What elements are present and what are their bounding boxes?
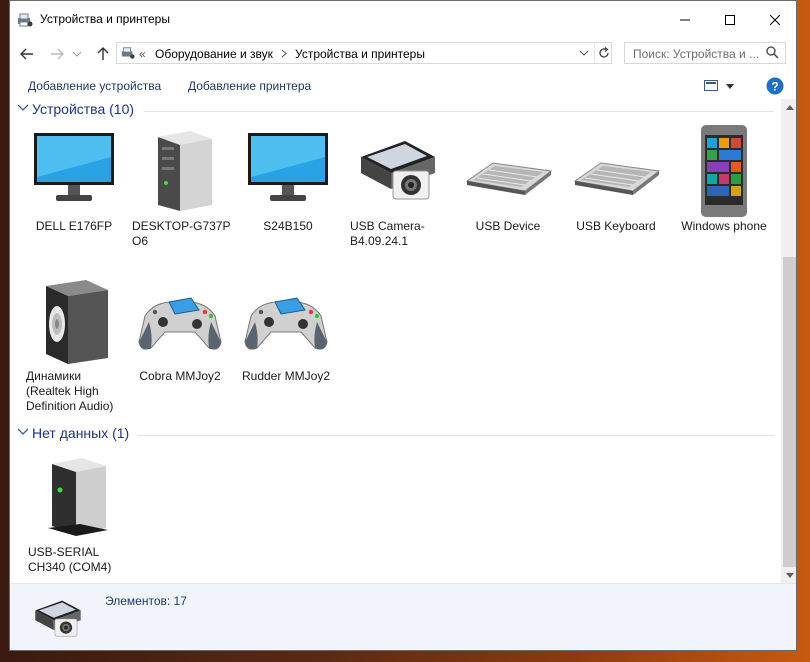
refresh-button[interactable] [594,43,613,63]
search-input[interactable]: Поиск: Устройства и ... [624,42,786,64]
computer-tower-icon [158,131,212,211]
item-count: Элементов: 17 [105,594,187,608]
explorer-window: Устройства и принтеры « Оборудование и з… [9,0,797,651]
breadcrumb-overflow[interactable]: « [139,47,146,61]
gamepad-icon [244,297,328,350]
group-title: Устройства (10) [32,101,135,117]
group-divider [144,111,774,112]
vertical-scrollbar[interactable] [781,99,796,583]
group-devices-header[interactable]: Устройства (10) [14,101,774,121]
group-divider [138,435,774,436]
speaker-icon [46,280,108,364]
group-title: Нет данных (1) [32,425,130,441]
phone-icon [701,125,747,217]
device-label: S24B150 [263,219,313,233]
device-label: DESKTOP-G737P O6 [132,219,231,248]
search-placeholder: Поиск: Устройства и ... [633,47,760,61]
chevron-down-icon [73,51,81,57]
monitor-icon [34,133,114,201]
camera-scanner-icon [35,600,81,637]
view-options-button[interactable] [704,79,736,93]
device-label: Cobra MMJoy2 [139,369,221,383]
device-label: USB Keyboard [576,219,656,233]
device-label: Динамики (Realtek High Definition Audio) [26,369,114,413]
search-icon[interactable] [766,46,779,59]
add-printer-button[interactable]: Добавление принтера [188,79,311,93]
maximize-button[interactable] [707,1,753,39]
arrow-left-icon [20,48,33,60]
breadcrumb-devices-printers[interactable]: Устройства и принтеры [295,47,425,61]
chevron-down-icon [18,104,28,111]
scrollbar-thumb[interactable] [783,257,796,567]
group-no-data-header[interactable]: Нет данных (1) [14,425,774,445]
details-pane: Элементов: 17 [10,583,796,650]
maximize-icon [725,15,735,25]
navigation-bar: « Оборудование и звук Устройства и принт… [10,39,796,69]
view-details-icon [704,80,718,91]
device-list: Устройства (10) DELL E176FP DESKTOP-G737… [10,99,780,583]
recent-locations-button[interactable] [70,43,84,65]
arrow-up-icon [97,47,109,60]
arrow-right-icon [51,48,64,60]
chevron-right-icon[interactable] [281,49,287,58]
monitor-icon [248,133,328,201]
scroll-down-button[interactable] [781,567,796,583]
device-label: USB Device [475,219,541,233]
devices-printers-icon [18,13,33,27]
chevron-down-icon [18,428,28,435]
device-label: USB Camera-B4.09.24.1 [350,219,425,248]
breadcrumb-hardware-sound[interactable]: Оборудование и звук [155,47,273,61]
up-button[interactable] [92,43,114,65]
command-bar: Добавление устройства Добавление принтер… [10,73,796,99]
chevron-down-icon [580,50,588,56]
add-device-button[interactable]: Добавление устройства [28,79,161,93]
devices-printers-icon [121,47,135,59]
svg-text:?: ? [771,80,778,94]
title-bar[interactable]: Устройства и принтеры [10,1,796,39]
back-button[interactable] [16,43,38,65]
gamepad-icon [138,297,222,350]
chevron-down-icon [785,572,794,578]
refresh-icon [599,47,609,58]
generic-device-icon [48,458,108,536]
minimize-icon [680,19,690,21]
chevron-up-icon [785,104,794,110]
window-title: Устройства и принтеры [40,12,170,26]
minimize-button[interactable] [662,1,708,39]
camera-scanner-icon [361,141,435,200]
device-label: Rudder MMJoy2 [241,369,331,383]
device-label: DELL E176FP [35,219,113,233]
device-label: USB-SERIAL CH340 (COM4) [28,545,112,574]
close-icon [770,15,780,25]
forward-button[interactable] [46,43,68,65]
help-icon[interactable]: ? [766,77,784,95]
keyboard-icon [573,162,661,195]
address-bar[interactable]: « Оборудование и звук Устройства и принт… [116,42,612,64]
scroll-up-button[interactable] [781,99,796,115]
keyboard-icon [465,162,553,195]
address-history-button[interactable] [575,43,593,63]
close-button[interactable] [752,1,796,39]
device-label: Windows phone [681,219,767,233]
chevron-down-icon [726,84,734,89]
